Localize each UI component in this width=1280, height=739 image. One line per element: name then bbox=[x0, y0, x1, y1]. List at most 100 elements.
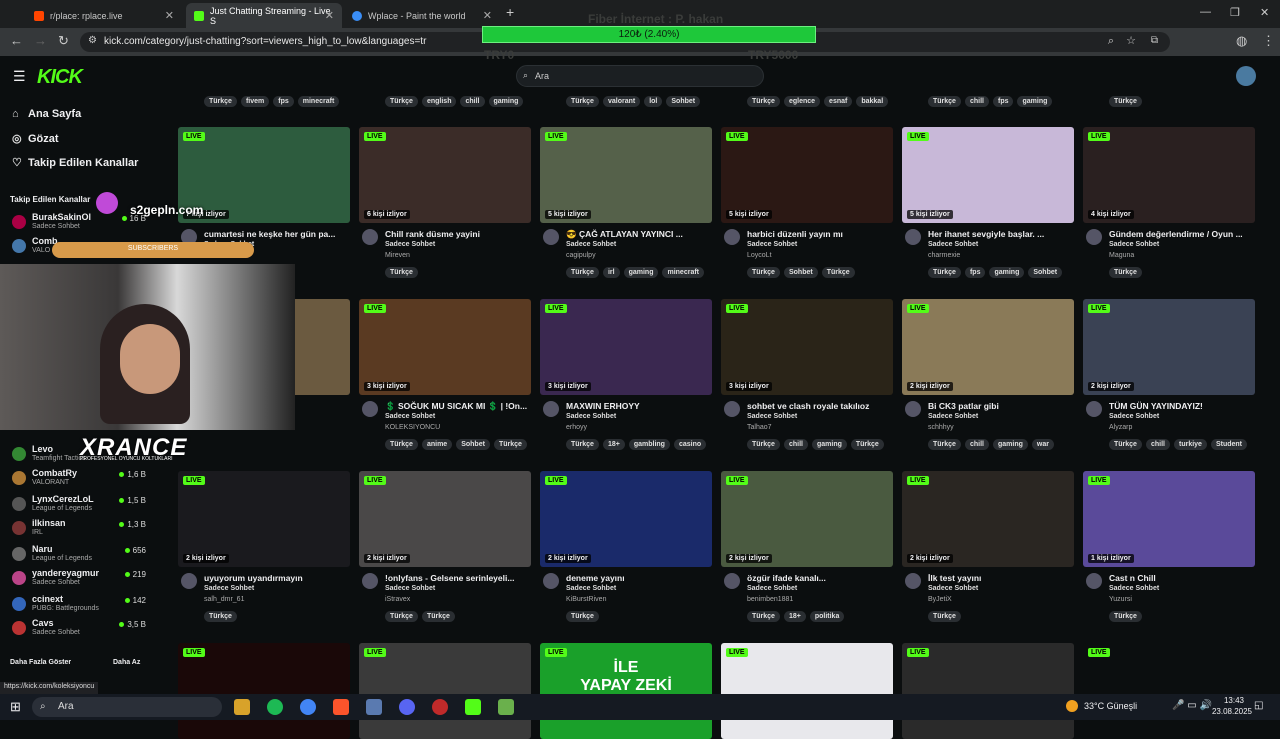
stream-thumbnail[interactable]: LIVE 5 kişi izliyor bbox=[540, 127, 712, 223]
streamer-avatar[interactable] bbox=[362, 229, 378, 245]
streamer-name[interactable]: LoycoLt bbox=[747, 252, 772, 259]
streamer-avatar[interactable] bbox=[724, 573, 740, 589]
tag-chip[interactable]: Türkçe bbox=[385, 611, 418, 622]
stream-thumbnail[interactable]: LIVE bbox=[721, 643, 893, 739]
streamer-avatar[interactable] bbox=[181, 573, 197, 589]
forward-icon[interactable]: → bbox=[34, 33, 47, 48]
close-tab-icon[interactable]: ✕ bbox=[483, 9, 492, 22]
hamburger-menu-icon[interactable]: ☰ bbox=[13, 68, 26, 85]
tag-chip[interactable]: minecraft bbox=[297, 96, 340, 107]
site-info-icon[interactable]: ⚙ bbox=[88, 35, 97, 46]
tag-chip[interactable]: chill bbox=[1145, 439, 1170, 450]
sidebar-channel[interactable]: yandereyagmur Sadece Sohbet 219 bbox=[12, 567, 166, 589]
tag-chip[interactable]: Türkçe bbox=[747, 96, 780, 107]
streamer-name[interactable]: Mireven bbox=[385, 252, 410, 259]
tag-chip[interactable]: Türkçe bbox=[385, 439, 418, 450]
sidebar-channel[interactable]: ccinext PUBG: Battlegrounds 142 bbox=[12, 593, 166, 615]
tag-chip[interactable]: chill bbox=[783, 439, 808, 450]
streamer-avatar[interactable] bbox=[905, 229, 921, 245]
stream-category[interactable]: Sadece Sohbet bbox=[566, 413, 616, 420]
stream-thumbnail[interactable]: LIVE 2 kişi izliyor bbox=[540, 471, 712, 567]
file-explorer-icon[interactable] bbox=[234, 699, 250, 715]
tag-chip[interactable]: gaming bbox=[811, 439, 847, 450]
streamer-avatar[interactable] bbox=[1086, 229, 1102, 245]
tag-chip[interactable]: war bbox=[1031, 439, 1054, 450]
sidebar-channel[interactable]: Cavs Sadece Sohbet 3,5 B bbox=[12, 617, 166, 639]
stream-thumbnail[interactable]: LIVE 4 kişi izliyor bbox=[1083, 127, 1255, 223]
streamer-avatar[interactable] bbox=[1086, 401, 1102, 417]
streamer-avatar[interactable] bbox=[724, 401, 740, 417]
menu-dots-icon[interactable]: ⋮ bbox=[1262, 33, 1275, 49]
stream-title[interactable]: 💲 SOĞUK MU SICAK MI 💲 | !On... bbox=[385, 401, 531, 412]
tag-chip[interactable]: english bbox=[421, 96, 457, 107]
stream-title[interactable]: harbici düzenli yayın mı bbox=[747, 229, 893, 239]
extensions-icon[interactable]: ⧉ bbox=[1151, 35, 1158, 46]
tag-chip[interactable]: Türkçe bbox=[821, 267, 855, 278]
tag-chip[interactable]: anime bbox=[421, 439, 453, 450]
streamer-name[interactable]: ByJetiX bbox=[928, 596, 952, 603]
tag-chip[interactable]: gaming bbox=[623, 267, 659, 278]
stream-thumbnail[interactable]: LIVE 5 kişi izliyor bbox=[721, 127, 893, 223]
stream-category[interactable]: Sadece Sohbet bbox=[928, 413, 978, 420]
stream-thumbnail[interactable]: LIVE 5 kişi izliyor bbox=[902, 127, 1074, 223]
tag-chip[interactable]: fps bbox=[992, 96, 1014, 107]
streamer-avatar[interactable] bbox=[362, 573, 378, 589]
stream-thumbnail[interactable]: LIVE bbox=[1083, 643, 1255, 739]
minimize-button[interactable]: — bbox=[1200, 6, 1211, 18]
tag-chip[interactable]: politika bbox=[809, 611, 845, 622]
reload-icon[interactable]: ↻ bbox=[58, 33, 69, 49]
stream-title[interactable]: uyuyorum uyandırmayın bbox=[204, 573, 350, 583]
stream-thumbnail[interactable]: LIVE 6 kişi izliyor bbox=[359, 127, 531, 223]
streamer-name[interactable]: cagipulpy bbox=[566, 252, 596, 259]
tag-chip[interactable]: Türkçe bbox=[566, 439, 599, 450]
tag-chip[interactable]: bakkal bbox=[856, 96, 889, 107]
tag-chip[interactable]: Türkçe bbox=[928, 96, 961, 107]
streamer-name[interactable]: Maguna bbox=[1109, 252, 1134, 259]
stream-thumbnail[interactable]: LIVE 7 kişi izliyor bbox=[178, 127, 350, 223]
sidebar-channel[interactable]: Naru League of Legends 656 bbox=[12, 543, 166, 565]
stream-title[interactable]: 😎 ÇAĞ ATLAYAN YAYINCI ... bbox=[566, 229, 712, 240]
show-more-button[interactable]: Daha Fazla Göster bbox=[10, 659, 71, 666]
tag-chip[interactable]: Türkçe bbox=[1109, 267, 1142, 278]
tag-chip[interactable]: Türkçe bbox=[1109, 439, 1142, 450]
tag-chip[interactable]: fps bbox=[273, 96, 294, 107]
stream-title[interactable]: deneme yayını bbox=[566, 573, 712, 583]
stream-thumbnail[interactable]: LIVE 2 kişi izliyor bbox=[178, 471, 350, 567]
streamer-name[interactable]: erhoyy bbox=[566, 424, 587, 431]
browser-tab-kick[interactable]: Just Chatting Streaming - Live S ✕ bbox=[186, 3, 342, 28]
profile-icon[interactable]: ◍ bbox=[1236, 33, 1247, 49]
stream-thumbnail[interactable]: LIVE bbox=[902, 643, 1074, 739]
browser-tab-rplace[interactable]: r/place: rplace.live ✕ bbox=[26, 3, 182, 28]
stream-title[interactable]: İlk test yayını bbox=[928, 573, 1074, 583]
streamer-name[interactable]: salh_dmr_61 bbox=[204, 596, 244, 603]
stream-category[interactable]: Sadece Sohbet bbox=[385, 241, 435, 248]
stream-thumbnail[interactable]: LIVE 1 kişi izliyor bbox=[1083, 471, 1255, 567]
tag-chip[interactable]: Türkçe bbox=[421, 611, 455, 622]
streamer-name[interactable]: Alyzarp bbox=[1109, 424, 1132, 431]
stream-title[interactable]: !onlyfans - Gelsene serinleyeli... bbox=[385, 573, 531, 583]
back-icon[interactable]: ← bbox=[10, 33, 23, 48]
tag-chip[interactable]: casino bbox=[673, 439, 707, 450]
stream-category[interactable]: Sadece Sohbet bbox=[1109, 241, 1159, 248]
tag-chip[interactable]: chill bbox=[460, 96, 485, 107]
stream-title[interactable]: Chill rank düsme yayini bbox=[385, 229, 531, 239]
stream-thumbnail[interactable]: LIVE bbox=[359, 643, 531, 739]
stream-thumbnail[interactable]: LIVE 3 kişi izliyor bbox=[540, 299, 712, 395]
sidebar-channel[interactable]: LynxCerezLoL League of Legends 1,5 B bbox=[12, 493, 166, 515]
stream-category[interactable]: Sadece Sohbet bbox=[204, 585, 254, 592]
stream-category[interactable]: Sadece Sohbet bbox=[747, 585, 797, 592]
tag-chip[interactable]: lol bbox=[644, 96, 663, 107]
streamer-name[interactable]: KiBurstRiven bbox=[566, 596, 606, 603]
close-tab-icon[interactable]: ✕ bbox=[325, 9, 334, 22]
tag-chip[interactable]: minecraft bbox=[662, 267, 704, 278]
tag-chip[interactable]: 18+ bbox=[602, 439, 625, 450]
chrome-icon[interactable] bbox=[300, 699, 316, 715]
streamer-avatar[interactable] bbox=[905, 401, 921, 417]
close-window-button[interactable]: ✕ bbox=[1260, 6, 1269, 19]
streamer-avatar[interactable] bbox=[724, 229, 740, 245]
tag-chip[interactable]: Türkçe bbox=[204, 611, 237, 622]
streamer-name[interactable]: schhhyy bbox=[928, 424, 954, 431]
stream-category[interactable]: Sadece Sohbet bbox=[385, 585, 435, 592]
stream-category[interactable]: Sadece Sohbet bbox=[747, 413, 797, 420]
windows-start-icon[interactable]: ⊞ bbox=[10, 699, 21, 715]
